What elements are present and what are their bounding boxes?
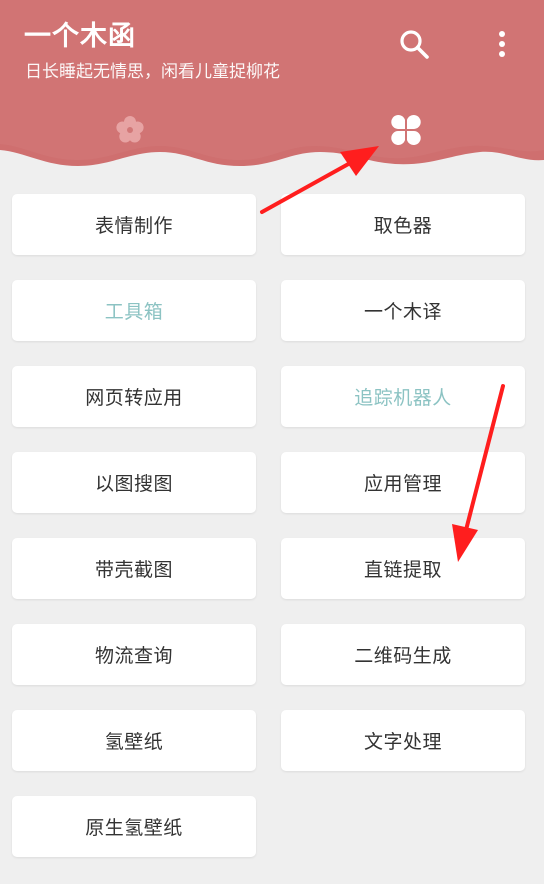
tool-button-native-wallpaper[interactable]: 原生氢壁纸: [12, 796, 256, 857]
tool-button-direct-link[interactable]: 直链提取: [281, 538, 525, 599]
tools-grid: 表情制作 取色器 工具箱 一个木译 网页转应用 追踪机器人 以图搜图 应用管理 …: [0, 0, 544, 884]
tool-button-emoji-maker[interactable]: 表情制作: [12, 194, 256, 255]
tool-button-text-processing[interactable]: 文字处理: [281, 710, 525, 771]
tool-button-color-picker[interactable]: 取色器: [281, 194, 525, 255]
tool-button-parcel-tracking[interactable]: 物流查询: [12, 624, 256, 685]
tool-button-hydrogen-wallpaper[interactable]: 氢壁纸: [12, 710, 256, 771]
tool-button-framed-screenshot[interactable]: 带壳截图: [12, 538, 256, 599]
tool-button-web-to-app[interactable]: 网页转应用: [12, 366, 256, 427]
tool-button-toolbox[interactable]: 工具箱: [12, 280, 256, 341]
tool-button-qr-generator[interactable]: 二维码生成: [281, 624, 525, 685]
tool-button-translator[interactable]: 一个木译: [281, 280, 525, 341]
tool-button-tracking-bot[interactable]: 追踪机器人: [281, 366, 525, 427]
tool-button-image-search[interactable]: 以图搜图: [12, 452, 256, 513]
tool-button-app-manager[interactable]: 应用管理: [281, 452, 525, 513]
